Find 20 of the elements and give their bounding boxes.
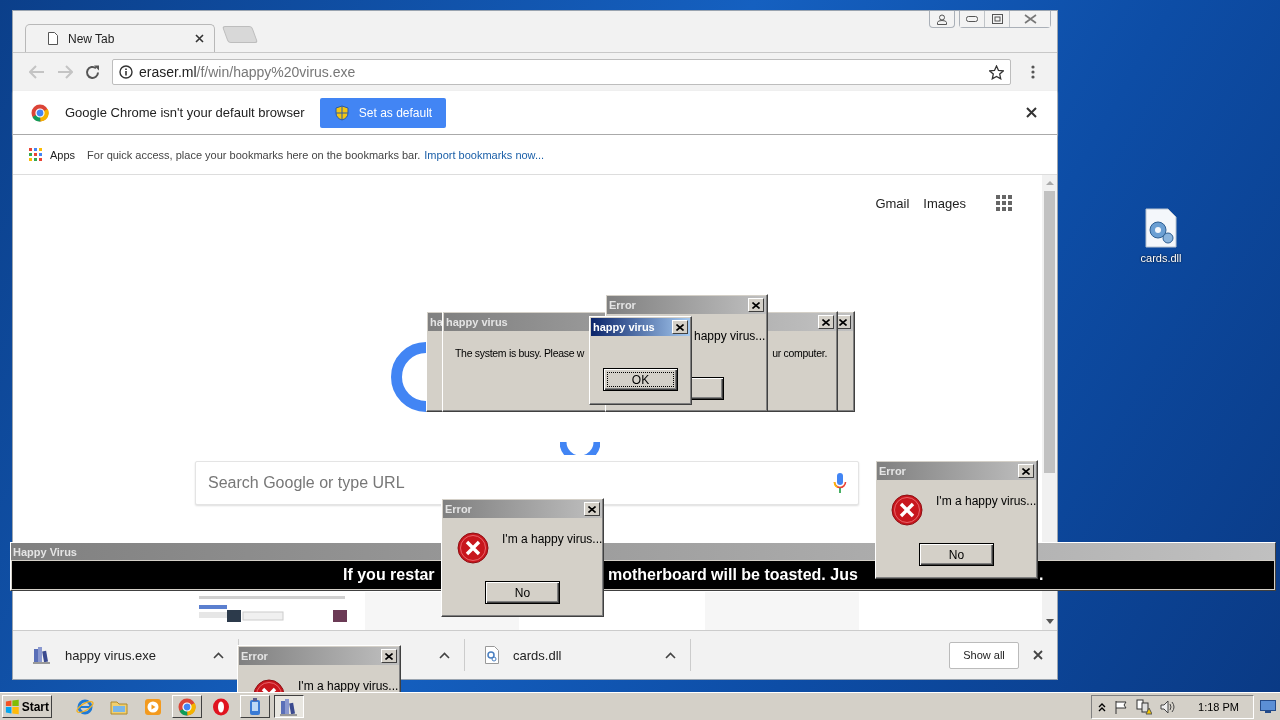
dialog-title: ha [430,316,443,328]
dialog-title: happy virus [446,316,508,328]
bookmarks-hint: For quick access, place your bookmarks here on the bookmarks bar. [87,148,421,161]
window-title: Happy Virus [13,545,77,558]
dialog-message: I'm a happy virus... [936,494,1037,508]
warning-text: motherboard will be toasted. Jus [607,566,859,584]
dialog-message: The system is busy. Please w [455,347,585,359]
dialog-title: Error [609,299,636,311]
warning-text: . [1039,566,1045,584]
dialog-message: I'm a happy virus... [502,532,603,546]
address-text: eraser.ml/f/win/happy%20virus.exe [139,64,357,80]
dialog-message: I'm a happy virus... [298,679,399,692]
dialog-message: happy virus... [694,329,766,343]
dialog-title: Error [445,503,472,515]
dialog-title: Error [241,650,268,662]
infobar-message: Google Chrome isn't your default browser [65,105,305,120]
dialog-title: happy virus [593,321,655,333]
dialog-title: Error [879,465,906,477]
warning-text: If you restar [343,566,436,584]
dialog-message: ur computer. [772,347,827,359]
